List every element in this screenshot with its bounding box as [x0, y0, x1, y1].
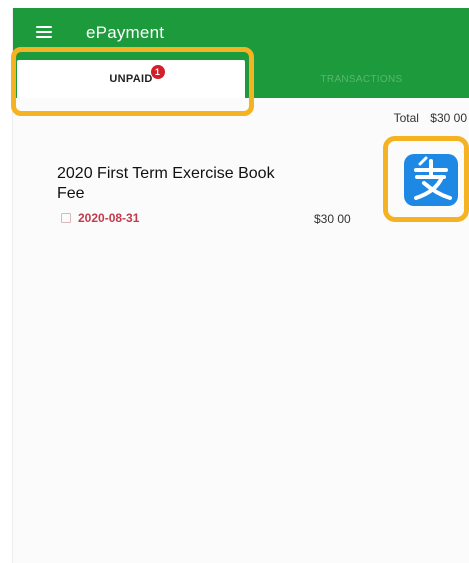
- epayment-app: ePayment UNPAID 1 TRANSACTIONS Total $30…: [12, 8, 469, 563]
- hamburger-menu-icon[interactable]: [36, 26, 52, 38]
- alipay-icon: [404, 154, 458, 206]
- top-app-bar: ePayment: [13, 8, 469, 60]
- item-title: 2020 First Term Exercise Book Fee: [57, 165, 275, 202]
- tab-bar: UNPAID 1 TRANSACTIONS: [13, 60, 469, 98]
- total-label: Total: [393, 111, 419, 125]
- total-value: $30 00: [430, 111, 467, 125]
- tab-unpaid[interactable]: UNPAID 1: [17, 60, 245, 98]
- tab-transactions[interactable]: TRANSACTIONS: [253, 60, 469, 98]
- app-title: ePayment: [86, 23, 165, 42]
- item-amount: $30 00: [314, 212, 351, 226]
- total-summary: Total $30 00: [394, 111, 467, 125]
- unpaid-count-badge: 1: [150, 65, 165, 79]
- item-due-date: 2020-08-31: [78, 211, 140, 225]
- calendar-icon: [61, 213, 71, 223]
- tab-unpaid-label: UNPAID 1: [109, 65, 165, 85]
- alipay-pay-button[interactable]: [383, 136, 469, 222]
- tab-transactions-label: TRANSACTIONS: [320, 73, 403, 85]
